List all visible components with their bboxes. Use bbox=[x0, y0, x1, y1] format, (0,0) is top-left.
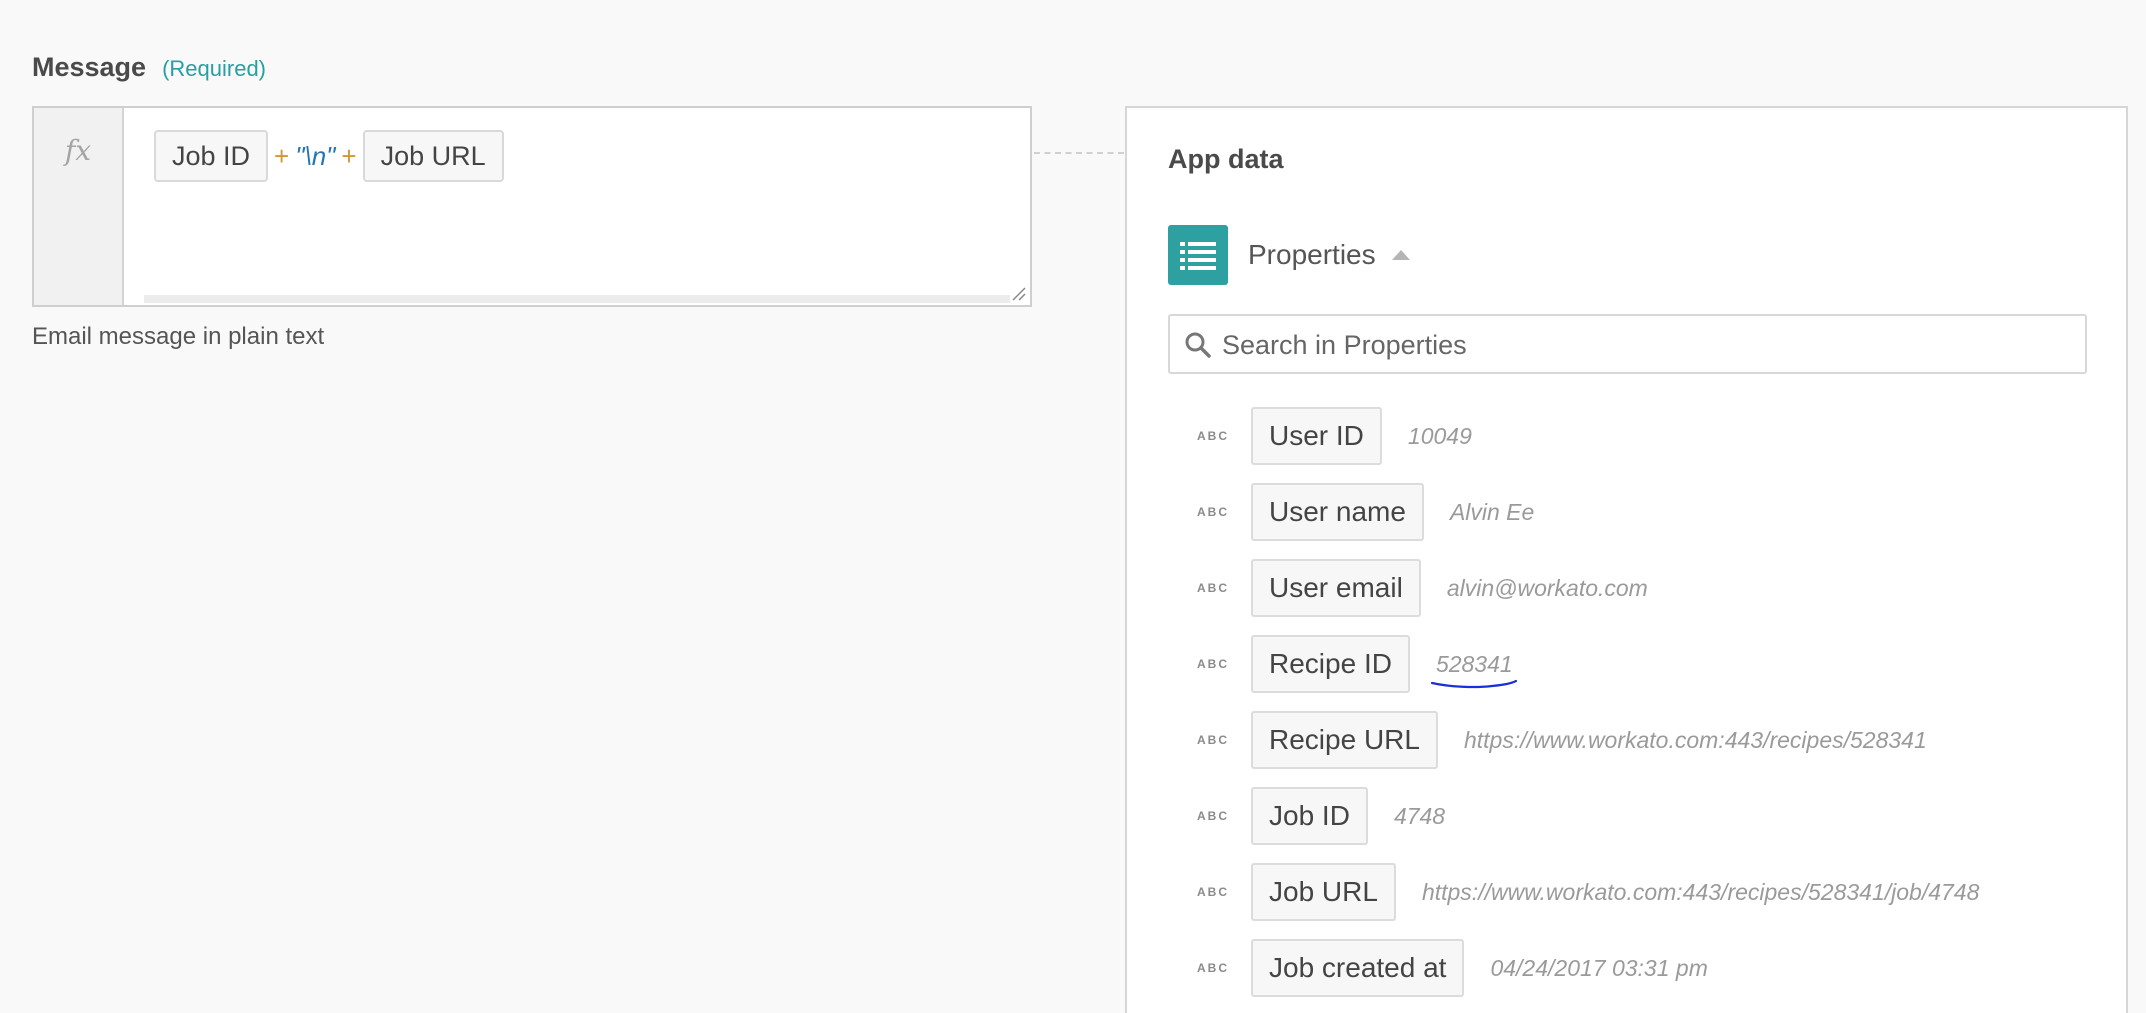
list-icon bbox=[1168, 225, 1228, 285]
property-row[interactable]: ABC Recipe URL https://www.workato.com:4… bbox=[1197, 710, 1927, 770]
property-row[interactable]: ABC User name Alvin Ee bbox=[1197, 482, 1534, 542]
property-pill[interactable]: Job created at bbox=[1251, 939, 1465, 997]
formula-gutter: fx bbox=[34, 108, 124, 305]
type-badge: ABC bbox=[1197, 505, 1229, 519]
message-label-row: Message (Required) bbox=[32, 52, 266, 83]
properties-toggle[interactable]: Properties bbox=[1168, 225, 1410, 285]
app-data-panel: App data Properties Search in Properties… bbox=[1125, 106, 2128, 1013]
property-sample-value: Alvin Ee bbox=[1449, 498, 1535, 525]
formula-string-literal: "\n" bbox=[295, 140, 336, 171]
search-icon bbox=[1185, 332, 1211, 358]
properties-label: Properties bbox=[1248, 239, 1376, 270]
property-sample-value: https://www.workato.com:443/recipes/5283… bbox=[1463, 726, 1927, 753]
fx-icon: fx bbox=[64, 134, 92, 167]
type-badge: ABC bbox=[1197, 961, 1229, 975]
property-sample-value: https://www.workato.com:443/recipes/5283… bbox=[1421, 878, 1980, 905]
message-hint: Email message in plain text bbox=[32, 323, 325, 350]
property-sample-value: 528341 bbox=[1435, 650, 1513, 677]
formula-operator-plus: + bbox=[341, 140, 357, 171]
recipe-step-editor: Message (Required) fx Job ID + "\n" + Jo… bbox=[0, 0, 2146, 1013]
property-row[interactable]: ABC Job URL https://www.workato.com:443/… bbox=[1197, 862, 1979, 922]
horizontal-scrollbar[interactable] bbox=[144, 295, 1010, 303]
panel-title: App data bbox=[1168, 144, 1284, 174]
formula-content[interactable]: Job ID + "\n" + Job URL bbox=[154, 130, 504, 183]
property-pill[interactable]: Recipe ID bbox=[1251, 635, 1410, 693]
property-sample-value: alvin@workato.com bbox=[1446, 574, 1648, 601]
property-pill[interactable]: Job URL bbox=[1251, 863, 1396, 921]
message-label: Message bbox=[32, 52, 147, 82]
property-row[interactable]: ABC Job ID 4748 bbox=[1197, 786, 1445, 846]
required-indicator: (Required) bbox=[162, 56, 267, 81]
property-row[interactable]: ABC User ID 10049 bbox=[1197, 406, 1472, 466]
type-badge: ABC bbox=[1197, 885, 1229, 899]
property-pill[interactable]: Job ID bbox=[1251, 787, 1368, 845]
type-badge: ABC bbox=[1197, 733, 1229, 747]
type-badge: ABC bbox=[1197, 657, 1229, 671]
type-badge: ABC bbox=[1197, 581, 1229, 595]
type-badge: ABC bbox=[1197, 809, 1229, 823]
formula-operator-plus: + bbox=[274, 140, 290, 171]
property-pill[interactable]: Recipe URL bbox=[1251, 711, 1438, 769]
caret-up-icon bbox=[1391, 250, 1410, 260]
resize-grip-icon[interactable] bbox=[1010, 285, 1026, 301]
panel-connector-line bbox=[1034, 152, 1124, 154]
property-pill[interactable]: User name bbox=[1251, 483, 1424, 541]
formula-pill-job-url[interactable]: Job URL bbox=[362, 130, 504, 183]
property-pill[interactable]: User ID bbox=[1251, 407, 1382, 465]
underline-annotation bbox=[1430, 679, 1518, 689]
property-row[interactable]: ABC Job created at 04/24/2017 03:31 pm bbox=[1197, 938, 1708, 998]
property-row[interactable]: ABC User email alvin@workato.com bbox=[1197, 558, 1648, 618]
property-pill[interactable]: User email bbox=[1251, 559, 1421, 617]
property-sample-value: 04/24/2017 03:31 pm bbox=[1490, 954, 1708, 981]
formula-pill-job-id[interactable]: Job ID bbox=[154, 130, 269, 183]
property-sample-value: 4748 bbox=[1393, 802, 1446, 829]
search-input[interactable] bbox=[1220, 324, 2064, 366]
properties-search[interactable] bbox=[1168, 314, 2087, 374]
property-sample-value: 10049 bbox=[1407, 422, 1472, 449]
type-badge: ABC bbox=[1197, 429, 1229, 443]
message-formula-editor[interactable]: fx Job ID + "\n" + Job URL bbox=[32, 106, 1032, 307]
